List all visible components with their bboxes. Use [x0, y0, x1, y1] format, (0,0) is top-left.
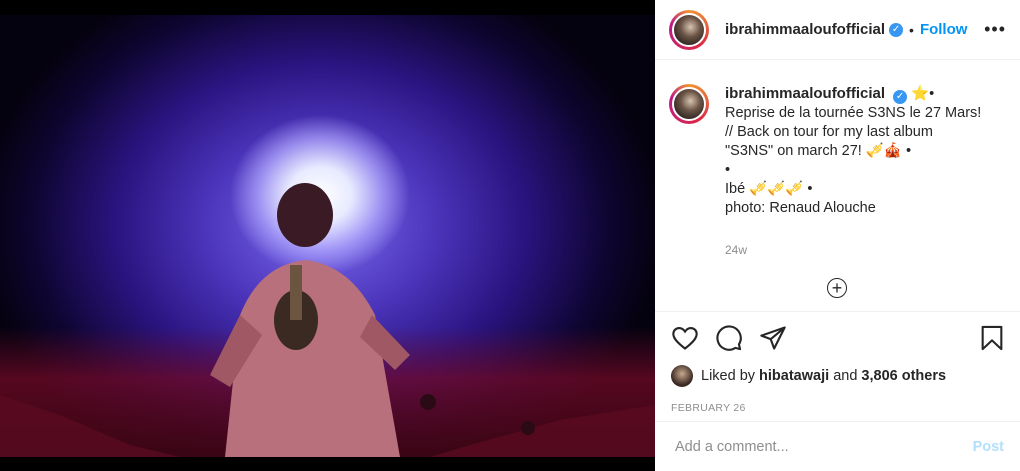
caption-line: photo: Renaud Alouche [725, 200, 876, 216]
author-username[interactable]: ibrahimmaaloufofficial [725, 21, 885, 38]
caption-star: ⭐• [911, 86, 935, 102]
likes-count[interactable]: 3,806 others [861, 368, 946, 384]
comment-form: Post [655, 421, 1020, 471]
comment-input[interactable] [673, 437, 973, 456]
post-header: ibrahimmaaloufofficial ✓ • Follow ••• [655, 0, 1020, 60]
likes-prefix: Liked by [701, 368, 756, 384]
post-image [0, 15, 655, 457]
liker-avatar[interactable] [671, 365, 693, 387]
liker-username[interactable]: hibatawaji [759, 368, 829, 384]
likes-row: Liked by hibatawaji and 3,806 others [655, 364, 1020, 388]
caption-line: // Back on tour for my last album [725, 124, 933, 140]
heart-icon[interactable] [671, 324, 699, 352]
post-sidebar: ibrahimmaaloufofficial ✓ • Follow ••• ib… [655, 0, 1020, 471]
bookmark-icon[interactable] [978, 324, 1006, 352]
likes-and: and [833, 368, 858, 384]
caption-avatar[interactable] [669, 84, 709, 124]
caption-line: Reprise de la tournée S3NS le 27 Mars! [725, 105, 982, 121]
verified-badge-icon: ✓ [889, 22, 904, 37]
caption-username[interactable]: ibrahimmaaloufofficial [725, 85, 885, 102]
separator-dot: • [909, 21, 914, 38]
caption-line-1: ibrahimmaaloufofficial ✓ ⭐• [725, 84, 981, 104]
author-avatar[interactable] [669, 9, 709, 50]
verified-badge-icon: ✓ [893, 90, 908, 104]
performer-silhouette [0, 183, 655, 457]
post-date: FEBRUARY 26 [671, 402, 746, 414]
action-bar [655, 312, 1020, 364]
caption-line: • [725, 162, 731, 178]
post-age: 24w [725, 243, 748, 257]
follow-button[interactable]: Follow [920, 21, 968, 38]
post-photo[interactable] [0, 0, 655, 471]
more-options-icon[interactable]: ••• [984, 19, 1006, 40]
comment-icon[interactable] [715, 324, 743, 352]
caption-section: ibrahimmaaloufofficial ✓ ⭐• Reprise de l… [655, 60, 1020, 312]
caption-text: ibrahimmaaloufofficial ✓ ⭐• Reprise de l… [725, 84, 981, 311]
caption-line: "S3NS" on march 27! 🎺🎪 • [725, 143, 912, 159]
post-comment-button[interactable]: Post [973, 439, 1004, 455]
caption-line: Ibé 🎺🎺🎺 • [725, 181, 813, 197]
load-more-comments-icon[interactable]: + [827, 278, 847, 298]
share-icon[interactable] [759, 324, 787, 352]
